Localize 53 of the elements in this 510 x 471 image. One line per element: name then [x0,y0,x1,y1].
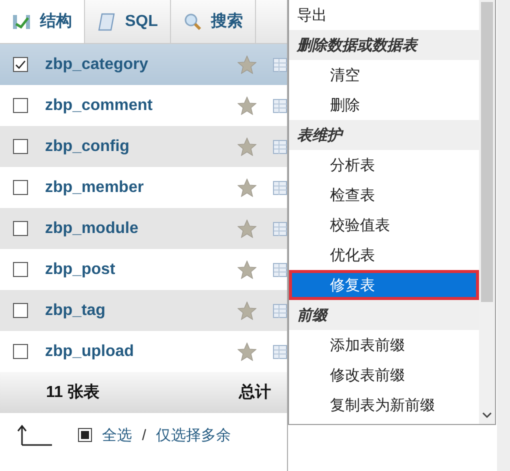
checkbox[interactable] [13,344,28,359]
table-name-link[interactable]: zbp_upload [45,342,237,360]
select-overhead-link[interactable]: 仅选择多余 [156,426,232,444]
tab[interactable]: SQL [85,0,171,43]
table-icon[interactable] [273,344,287,360]
checkbox[interactable] [13,303,28,318]
select-all-link[interactable]: 全选 [102,426,132,444]
table-icon[interactable] [273,180,287,196]
star-icon[interactable] [237,96,257,116]
table-icon[interactable] [273,302,287,318]
table-name-link[interactable]: zbp_comment [45,96,237,114]
checkbox[interactable] [13,98,28,113]
star-icon[interactable] [237,136,257,156]
star-icon[interactable] [237,260,257,280]
table-icon[interactable] [273,220,287,236]
table-icon[interactable] [273,138,287,154]
star-icon[interactable] [237,54,257,74]
checkbox[interactable] [13,180,28,195]
table-icon[interactable] [273,98,287,114]
checkbox[interactable] [13,262,28,277]
table-name-link[interactable]: zbp_post [45,260,237,278]
search-icon [182,12,203,32]
table-row[interactable]: zbp_config [0,126,287,167]
separator: / [142,426,146,444]
table-name-link[interactable]: zbp_category [45,56,237,74]
table-name-link[interactable]: zbp_config [45,138,237,156]
table-count: 11 张表 [45,382,100,403]
table-row[interactable]: zbp_category [0,44,287,85]
menu-section-header: 删除数据或数据表 [289,30,479,60]
menu-section-header: 前缀 [289,300,479,330]
table-icon[interactable] [273,56,287,72]
tab[interactable]: 搜索 [170,0,256,43]
menu-item[interactable]: 修复表 [289,270,479,300]
menu-section-header: 表维护 [289,120,479,150]
table-name-link[interactable]: zbp_module [45,220,237,238]
table-icon[interactable] [273,262,287,278]
table-name-link[interactable]: zbp_member [45,178,237,196]
star-icon[interactable] [237,342,257,362]
tab[interactable]: 结构 [0,0,85,43]
checkbox[interactable] [78,428,92,442]
star-icon[interactable] [237,178,257,198]
scrollbar[interactable] [479,0,495,424]
star-icon[interactable] [237,300,257,320]
checkbox[interactable] [13,221,28,236]
total-label: 总计 [239,382,271,403]
checkbox[interactable] [13,57,28,72]
table-row[interactable]: zbp_tag [0,290,287,331]
star-icon[interactable] [237,218,257,238]
table-name-link[interactable]: zbp_tag [45,302,237,320]
scroll-down-icon[interactable] [481,410,493,420]
table-row[interactable]: zbp_module [0,208,287,249]
checkbox[interactable] [13,139,28,154]
scroll-icon [97,12,117,32]
